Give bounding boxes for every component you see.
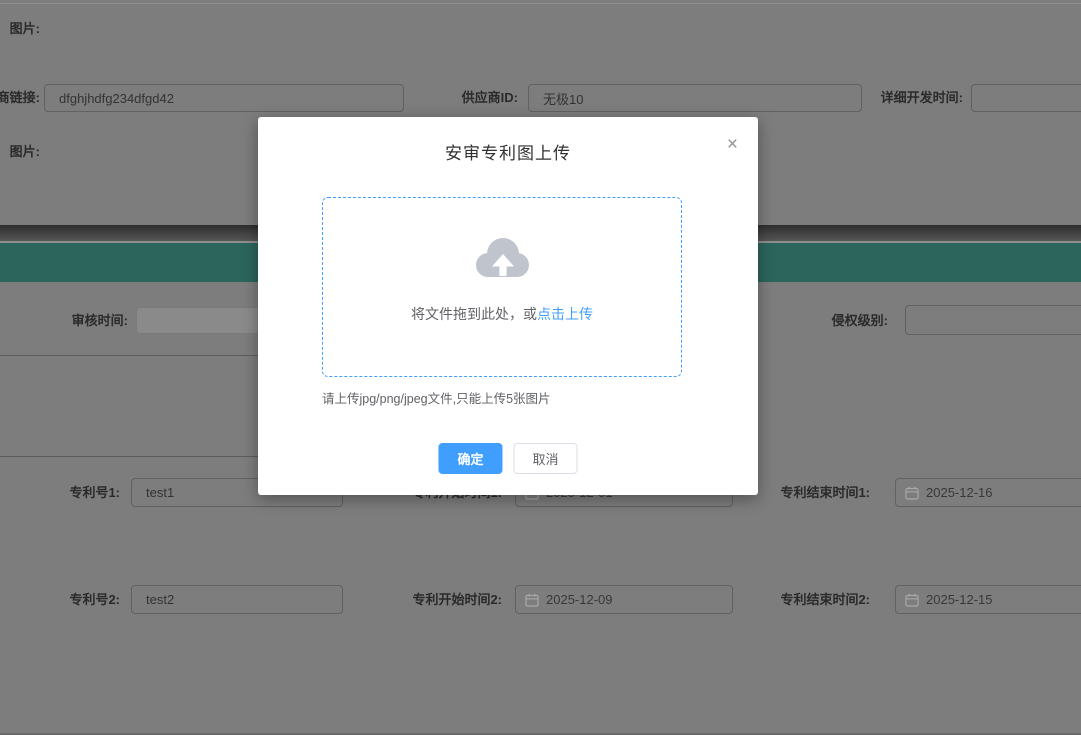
infringe-level-label: 侵权级别:	[808, 313, 888, 328]
patent1-no-label: 专利号1:	[40, 485, 120, 500]
patent2-no-label: 专利号2:	[40, 592, 120, 607]
top-divider-line	[0, 3, 1081, 4]
upload-dropzone[interactable]: 将文件拖到此处，或点击上传	[322, 197, 682, 377]
image-label-2: 图片:	[0, 144, 40, 159]
supplier-link-input[interactable]	[44, 84, 404, 112]
patent1-end-date-value: 2025-12-16	[926, 485, 993, 500]
patent2-end-label: 专利结束时间2:	[770, 592, 870, 607]
patent2-end-date-value: 2025-12-15	[926, 592, 993, 607]
dialog-title: 安审专利图上传	[258, 139, 758, 164]
upload-tip: 请上传jpg/png/jpeg文件,只能上传5张图片	[322, 388, 551, 407]
close-icon[interactable]: ×	[727, 135, 738, 154]
patent1-end-date-input[interactable]: 2025-12-16	[895, 478, 1081, 507]
patent2-start-date-value: 2025-12-09	[546, 592, 613, 607]
review-time-label: 审核时间:	[48, 313, 128, 328]
patent2-no-input[interactable]	[131, 585, 343, 614]
patent2-end-date-input[interactable]: 2025-12-15	[895, 585, 1081, 614]
dialog-footer: 确定 取消	[438, 443, 577, 474]
upload-cloud-icon	[472, 234, 532, 282]
cancel-button[interactable]: 取消	[514, 443, 578, 474]
dev-time-input[interactable]	[971, 84, 1081, 112]
calendar-icon	[905, 593, 919, 607]
infringe-level-input[interactable]	[905, 305, 1081, 335]
calendar-icon	[525, 593, 539, 607]
supplier-id-label: 供应商ID:	[438, 90, 518, 105]
screen: 图片: 商链接: 供应商ID: 详细开发时间: 图片: 审核时间: 侵权级别: …	[0, 0, 1081, 735]
patent2-start-date-input[interactable]: 2025-12-09	[515, 585, 733, 614]
click-upload-link[interactable]: 点击上传	[537, 306, 593, 322]
drop-text-prefix: 将文件拖到此处，或	[411, 306, 537, 322]
dev-time-label: 详细开发时间:	[863, 90, 963, 105]
supplier-id-input[interactable]	[528, 84, 862, 112]
supplier-link-label: 商链接:	[0, 90, 40, 105]
patent2-start-label: 专利开始时间2:	[402, 592, 502, 607]
patent1-end-label: 专利结束时间1:	[770, 485, 870, 500]
confirm-button[interactable]: 确定	[438, 443, 502, 474]
upload-dialog: 安审专利图上传 × 将文件拖到此处，或点击上传 请上传jpg/png/jpeg文…	[258, 117, 758, 495]
dropzone-text: 将文件拖到此处，或点击上传	[323, 304, 681, 324]
calendar-icon	[905, 486, 919, 500]
image-label-1: 图片:	[0, 21, 40, 36]
